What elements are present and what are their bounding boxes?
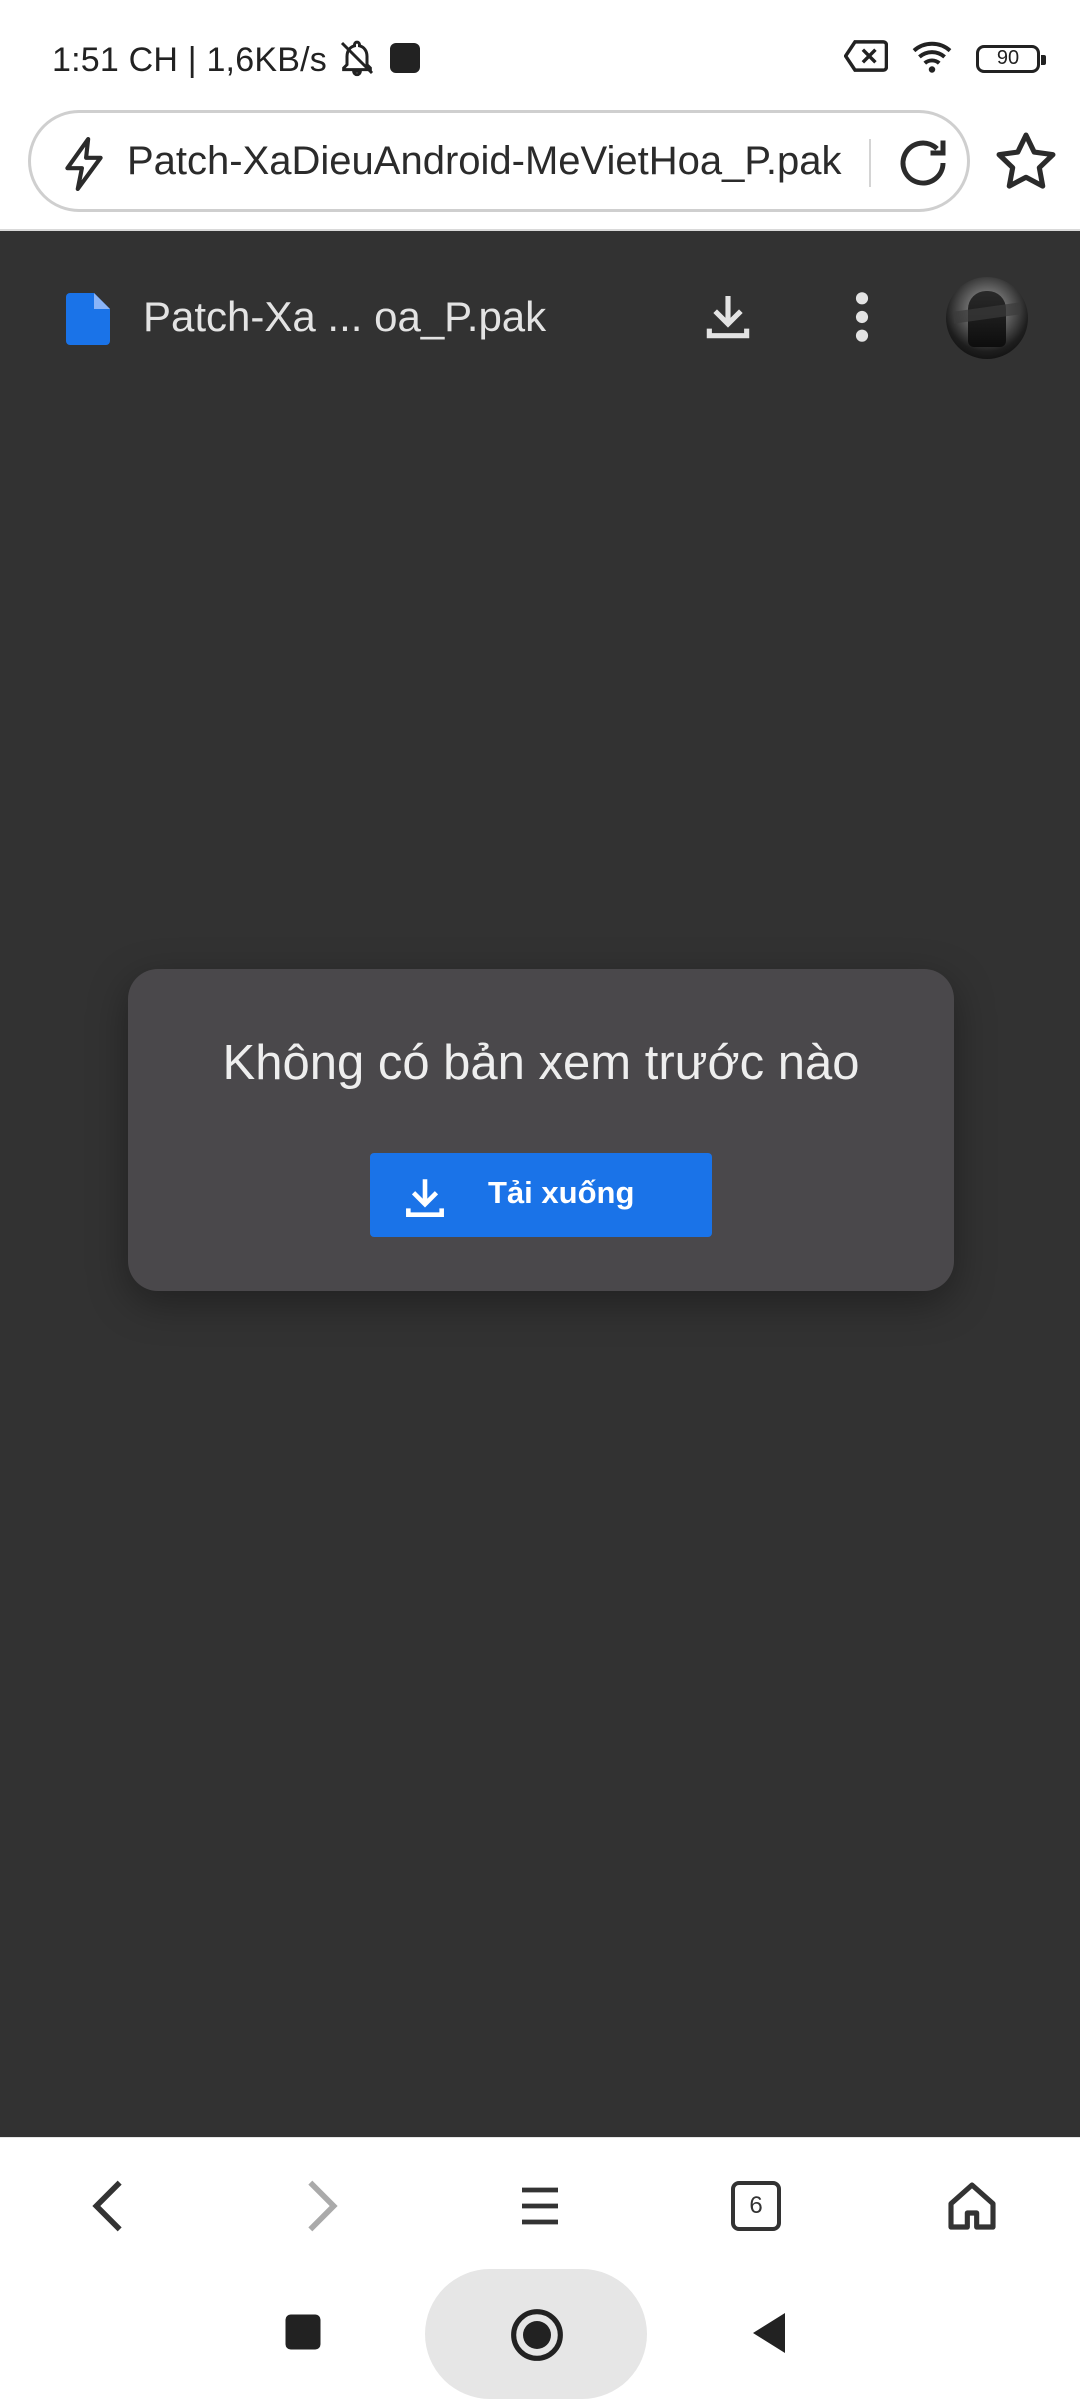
battery-level: 90: [996, 47, 1020, 69]
tab-count: 6: [731, 2181, 785, 2235]
bottom-toolbar: 6: [0, 2137, 1080, 2267]
omnibox-row: Patch-XaDieuAndroid-MeVietHoa_P.pak: [0, 110, 1080, 230]
status-left: 1:51 CH | 1,6KB/s: [52, 38, 423, 83]
status-time-speed: 1:51 CH | 1,6KB/s: [52, 41, 327, 79]
omnibox-divider: [869, 139, 871, 187]
no-preview-message: Không có bản xem trước nào: [222, 1036, 860, 1090]
wifi-icon: [910, 38, 954, 79]
file-name: Patch-Xa ... oa_P.pak: [143, 293, 547, 340]
star-icon[interactable]: [992, 128, 1060, 201]
file-viewer: Patch-Xa ... oa_P.pak Không có bản xem t…: [0, 231, 1080, 2137]
home-icon[interactable]: [940, 2174, 1004, 2238]
download-button[interactable]: Tải xuống: [370, 1153, 712, 1237]
status-bar: 1:51 CH | 1,6KB/s 90: [0, 0, 1080, 110]
tabs-icon[interactable]: 6: [724, 2174, 788, 2238]
notification-square-icon: [387, 40, 423, 81]
forward-icon[interactable]: [290, 2174, 354, 2238]
home-button[interactable]: [425, 2269, 647, 2399]
download-icon[interactable]: [700, 289, 756, 350]
battery-icon: 90: [976, 44, 1046, 73]
more-vert-icon[interactable]: [840, 289, 884, 350]
file-icon: [66, 293, 110, 350]
home-circle-icon: [509, 2307, 565, 2368]
sim-blocked-icon: [843, 38, 889, 79]
avatar[interactable]: [946, 277, 1028, 359]
bell-off-icon: [337, 38, 377, 83]
status-right: 90: [843, 38, 1046, 79]
reload-icon[interactable]: [893, 133, 953, 198]
omnibox[interactable]: Patch-XaDieuAndroid-MeVietHoa_P.pak: [28, 110, 970, 212]
download-icon: [400, 1173, 450, 1226]
lightning-icon[interactable]: [59, 137, 109, 196]
back-triangle-icon[interactable]: [748, 2309, 790, 2362]
menu-icon[interactable]: [508, 2174, 572, 2238]
url-text[interactable]: Patch-XaDieuAndroid-MeVietHoa_P.pak: [127, 139, 887, 184]
system-nav-bar: [0, 2267, 1080, 2400]
viewer-header: Patch-Xa ... oa_P.pak: [0, 231, 1080, 361]
recents-square-icon[interactable]: [282, 2311, 324, 2358]
download-button-label: Tải xuống: [488, 1175, 635, 1210]
no-preview-card: Không có bản xem trước nào Tải xuống: [128, 969, 954, 1291]
back-icon[interactable]: [76, 2174, 140, 2238]
